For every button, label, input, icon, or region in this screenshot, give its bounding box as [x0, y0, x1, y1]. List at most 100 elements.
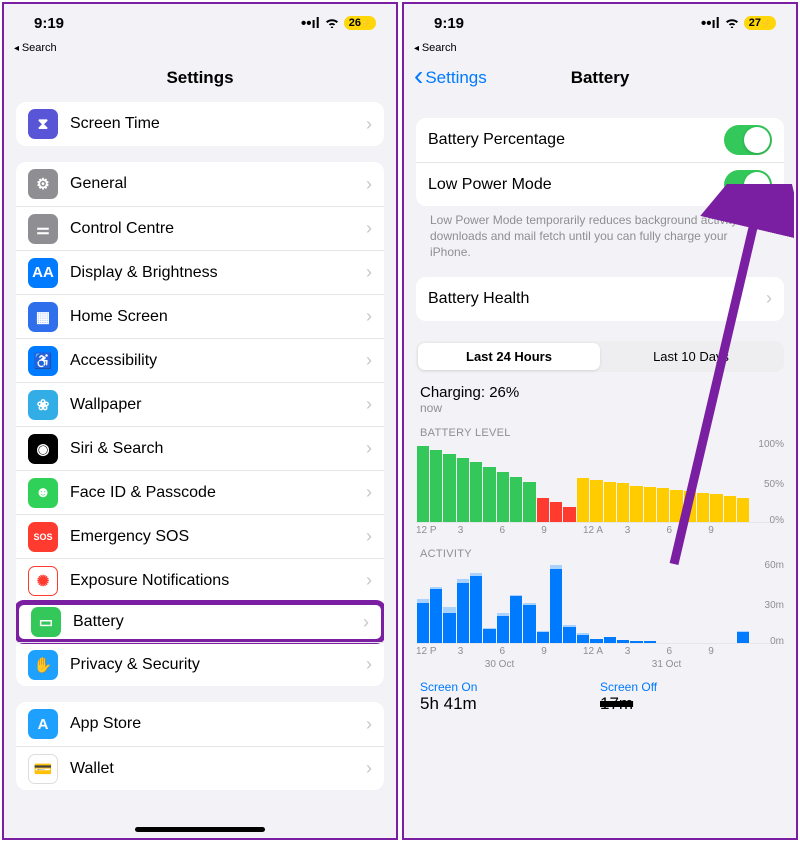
- chart-bar: [430, 450, 442, 522]
- row-label: Control Centre: [70, 220, 366, 238]
- chart-bar: [430, 587, 442, 643]
- battery-health-row[interactable]: Battery Health ›: [416, 277, 784, 321]
- screen-on-value: 5h 41m: [420, 694, 600, 714]
- chart-bar: [417, 599, 429, 643]
- status-bar: 9:19 ••ıl 27⚡: [404, 4, 796, 42]
- wifi-icon: [324, 15, 340, 32]
- nav-header: Settings Battery: [404, 56, 796, 100]
- row-label: Privacy & Security: [70, 656, 366, 674]
- row-label: Accessibility: [70, 352, 366, 370]
- chart-bar: [577, 478, 589, 522]
- siri-icon: ◉: [28, 434, 58, 464]
- row-label: Emergency SOS: [70, 528, 366, 546]
- segment-10d[interactable]: Last 10 Days: [600, 343, 782, 370]
- segment-24h[interactable]: Last 24 Hours: [418, 343, 600, 370]
- battery-icon: ▭: [31, 607, 61, 637]
- accessibility-icon: ♿: [28, 346, 58, 376]
- hourglass-icon: ⧗: [28, 109, 58, 139]
- page-title: Battery: [571, 68, 630, 88]
- settings-row-privacy-security[interactable]: ✋ Privacy & Security›: [16, 642, 384, 686]
- chevron-right-icon: ›: [366, 394, 372, 415]
- settings-row-exposure-notifications[interactable]: ✺Exposure Notifications›: [16, 558, 384, 602]
- chart-bar: [644, 487, 656, 521]
- settings-group: ⧗Screen Time›: [16, 102, 384, 146]
- row-label: Wallet: [70, 760, 366, 778]
- chart-bar: [550, 565, 562, 642]
- settings-row-general[interactable]: ⚙General›: [16, 162, 384, 206]
- row-label: Wallpaper: [70, 396, 366, 414]
- settings-row-siri-search[interactable]: ◉Siri & Search›: [16, 426, 384, 470]
- settings-row-face-id-passcode[interactable]: ☻ Face ID & Passcode›: [16, 470, 384, 514]
- chart-title: ACTIVITY: [416, 548, 784, 560]
- home-indicator[interactable]: [135, 827, 265, 832]
- usage-summary: Screen On 5h 41m Screen Off 17m: [416, 680, 784, 714]
- chart-bar: [497, 472, 509, 522]
- low-power-mode-toggle[interactable]: [724, 170, 772, 200]
- phone-battery: 9:19 ••ıl 27⚡ Search Settings Battery Ba…: [402, 2, 798, 840]
- battery-level-chart: BATTERY LEVEL 100% 50% 0% 12 P36912 A369: [416, 427, 784, 536]
- hand-icon: ✋: [28, 650, 58, 680]
- screen-off-value: 17m: [600, 694, 780, 714]
- settings-row-screen-time[interactable]: ⧗Screen Time›: [16, 102, 384, 146]
- chart-bar: [617, 483, 629, 521]
- charging-status: Charging: 26%: [416, 384, 784, 401]
- status-time: 9:19: [34, 15, 64, 32]
- chevron-right-icon: ›: [366, 174, 372, 195]
- chart-bar: [483, 467, 495, 521]
- chart-bar: [563, 507, 575, 521]
- chart-bar: [497, 613, 509, 642]
- activity-chart: ACTIVITY 60m 30m 0m 12 P36912 A369 30 Oc…: [416, 548, 784, 670]
- chevron-right-icon: ›: [366, 438, 372, 459]
- settings-row-wallet[interactable]: 💳 Wallet›: [16, 746, 384, 790]
- grid-icon: ▦: [28, 302, 58, 332]
- chart-bar: [523, 482, 535, 522]
- settings-row-display-brightness[interactable]: AADisplay & Brightness›: [16, 250, 384, 294]
- chart-bar: [470, 462, 482, 521]
- breadcrumb-back[interactable]: Search: [404, 42, 796, 56]
- chevron-right-icon: ›: [366, 350, 372, 371]
- settings-row-app-store[interactable]: AApp Store›: [16, 702, 384, 746]
- chevron-right-icon: ›: [366, 758, 372, 779]
- settings-row-accessibility[interactable]: ♿ Accessibility›: [16, 338, 384, 382]
- row-label: App Store: [70, 715, 366, 733]
- row-label: Battery Percentage: [428, 131, 724, 149]
- settings-group: ⚙General›⚌Control Centre›AADisplay & Bri…: [16, 162, 384, 686]
- low-power-mode-row[interactable]: Low Power Mode: [416, 162, 784, 206]
- chart-bar: [510, 477, 522, 522]
- battery-percentage-row[interactable]: Battery Percentage: [416, 118, 784, 162]
- status-time: 9:19: [434, 15, 464, 32]
- row-label: Home Screen: [70, 308, 366, 326]
- chart-bar: [737, 631, 749, 643]
- breadcrumb-back[interactable]: Search: [4, 42, 396, 56]
- page-title: Settings: [166, 68, 233, 88]
- settings-row-control-centre[interactable]: ⚌Control Centre›: [16, 206, 384, 250]
- chart-title: BATTERY LEVEL: [416, 427, 784, 439]
- chart-bar: [537, 498, 549, 522]
- chevron-right-icon: ›: [366, 654, 372, 675]
- phone-settings: 9:19 ••ıl 26⚡ Search Settings ⧗Screen Ti…: [2, 2, 398, 840]
- battery-indicator: 27⚡: [744, 16, 776, 30]
- chart-bar: [590, 639, 602, 643]
- chart-bar: [684, 491, 696, 521]
- chart-bar: [470, 573, 482, 642]
- back-button[interactable]: Settings: [414, 68, 487, 88]
- chevron-right-icon: ›: [366, 570, 372, 591]
- settings-row-emergency-sos[interactable]: SOSEmergency SOS›: [16, 514, 384, 558]
- chart-bar: [697, 493, 709, 522]
- screen-off-label: Screen Off: [600, 680, 780, 694]
- chart-bar: [604, 637, 616, 642]
- battery-percentage-toggle[interactable]: [724, 125, 772, 155]
- row-label: Face ID & Passcode: [70, 484, 366, 502]
- time-range-segmented[interactable]: Last 24 Hours Last 10 Days: [416, 341, 784, 372]
- row-label: Display & Brightness: [70, 264, 366, 282]
- settings-row-battery[interactable]: ▭Battery›: [16, 600, 384, 644]
- wallet-icon: 💳: [28, 754, 58, 784]
- settings-row-home-screen[interactable]: ▦Home Screen›: [16, 294, 384, 338]
- health-group: Battery Health ›: [416, 277, 784, 321]
- chevron-right-icon: ›: [366, 482, 372, 503]
- chart-bar: [563, 625, 575, 642]
- face-icon: ☻: [28, 478, 58, 508]
- chart-bar: [657, 488, 669, 522]
- settings-row-wallpaper[interactable]: ❀Wallpaper›: [16, 382, 384, 426]
- wifi-icon: [724, 15, 740, 32]
